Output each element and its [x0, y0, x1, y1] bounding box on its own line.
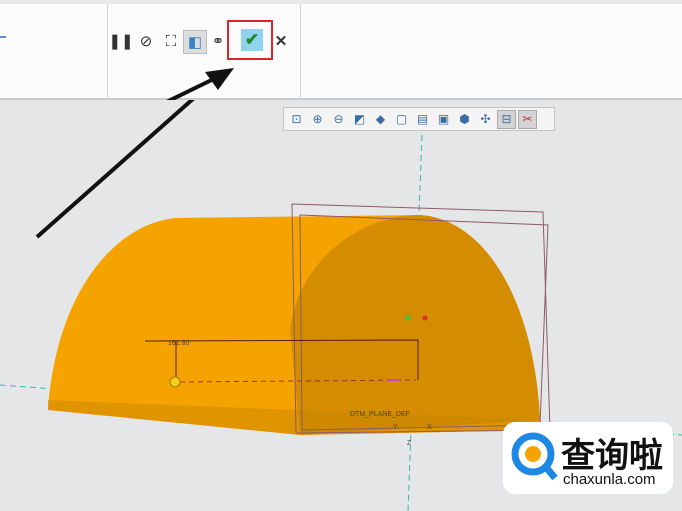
divider: [107, 4, 108, 98]
axis-x-label: X: [427, 424, 432, 431]
csys-point: [405, 315, 411, 321]
annotation-arrow: [35, 100, 195, 239]
verify-button[interactable]: ◧: [183, 30, 207, 54]
plane-label: DTM_PLANE_DEF: [350, 411, 410, 418]
no-preview-button[interactable]: ⊘: [135, 30, 157, 52]
watermark-text: 查询啦: [561, 436, 663, 476]
cancel-button[interactable]: ✕: [270, 30, 292, 52]
tab-strip: [0, 0, 682, 4]
watermark-url: chaxunla.com: [563, 471, 656, 488]
watermark-logo-icon: [511, 432, 558, 481]
axis-y-label: Y: [393, 424, 398, 431]
pause-button[interactable]: ❚❚: [108, 30, 133, 52]
glasses-button[interactable]: ⚭: [207, 30, 229, 52]
drag-handle[interactable]: [169, 376, 181, 388]
panel-edge: [0, 36, 6, 38]
ribbon: ❚❚ ⊘ ⛶ ◧ ⚭ ✔ ✕: [0, 0, 682, 100]
axis-z-label: Z: [407, 440, 412, 447]
ok-button[interactable]: ✔: [241, 29, 263, 51]
watermark: 查询啦 chaxunla.com: [503, 422, 673, 494]
csys-point: [422, 315, 428, 321]
dimension-value[interactable]: 161.80: [168, 340, 190, 347]
feature-preview-button[interactable]: ⛶: [160, 30, 182, 52]
divider: [300, 4, 301, 98]
ok-highlight: ✔: [227, 20, 273, 60]
